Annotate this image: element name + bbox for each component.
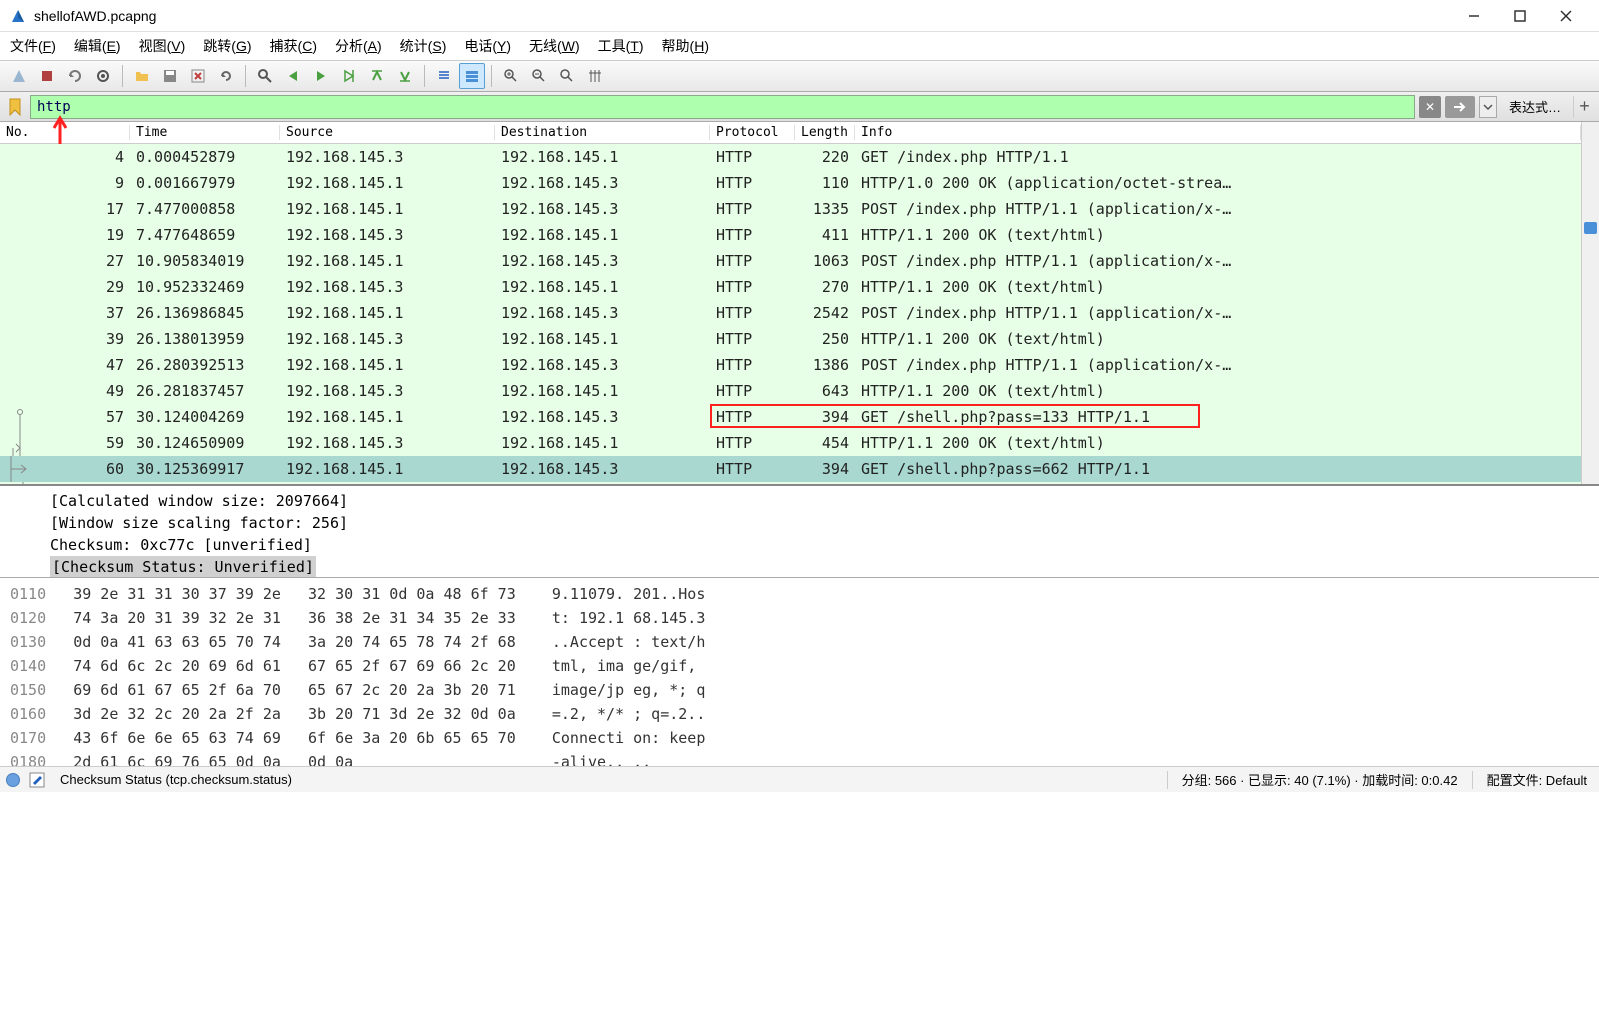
expression-button[interactable]: 表达式…	[1501, 97, 1569, 116]
hex-line[interactable]: 0160 3d 2e 32 2c 20 2a 2f 2a 3b 20 71 3d…	[10, 702, 1589, 726]
open-file-icon[interactable]	[129, 63, 155, 89]
col-destination[interactable]: Destination	[495, 125, 710, 140]
start-capture-icon[interactable]	[6, 63, 32, 89]
status-packets: 分组: 566 · 已显示: 40 (7.1%) · 加载时间: 0:0.42	[1176, 770, 1464, 789]
col-protocol[interactable]: Protocol	[710, 125, 795, 140]
app-logo-icon	[10, 8, 26, 24]
menu-item[interactable]: 视图(V)	[139, 36, 186, 56]
related-packet-marker-icon	[0, 404, 34, 430]
packet-row[interactable]: 197.477648659192.168.145.3192.168.145.1H…	[0, 222, 1581, 248]
stop-capture-icon[interactable]	[34, 63, 60, 89]
add-filter-button[interactable]: +	[1573, 96, 1595, 118]
display-filter-input[interactable]	[31, 96, 1414, 118]
hex-line[interactable]: 0130 0d 0a 41 63 63 65 70 74 3a 20 74 65…	[10, 630, 1589, 654]
filter-bar: ✕ 表达式… +	[0, 92, 1599, 122]
detail-line[interactable]: [Checksum Status: Unverified]	[50, 556, 1589, 578]
hex-line[interactable]: 0170 43 6f 6e 6e 65 63 74 69 6f 6e 3a 20…	[10, 726, 1589, 750]
toolbar	[0, 60, 1599, 92]
edit-icon[interactable]	[28, 771, 46, 789]
packet-row[interactable]: 4926.281837457192.168.145.3192.168.145.1…	[0, 378, 1581, 404]
packet-row[interactable]: 5930.124650909192.168.145.3192.168.145.1…	[0, 430, 1581, 456]
colorize-icon[interactable]	[459, 63, 485, 89]
apply-filter-button[interactable]	[1445, 96, 1475, 118]
reload-icon[interactable]	[213, 63, 239, 89]
go-back-icon[interactable]	[280, 63, 306, 89]
menu-item[interactable]: 文件(F)	[10, 36, 56, 56]
expert-info-icon[interactable]	[6, 773, 20, 787]
resize-columns-icon[interactable]	[582, 63, 608, 89]
bookmark-icon[interactable]	[4, 96, 26, 118]
col-time[interactable]: Time	[130, 125, 280, 140]
hex-line[interactable]: 0120 74 3a 20 31 39 32 2e 31 36 38 2e 31…	[10, 606, 1589, 630]
detail-line[interactable]: [Window size scaling factor: 256]	[50, 512, 1589, 534]
packet-list[interactable]: 40.000452879192.168.145.3192.168.145.1HT…	[0, 144, 1581, 484]
restart-capture-icon[interactable]	[62, 63, 88, 89]
menu-item[interactable]: 无线(W)	[529, 36, 580, 56]
col-no[interactable]: No.	[0, 125, 130, 140]
minimize-button[interactable]	[1451, 1, 1497, 31]
zoom-in-icon[interactable]	[498, 63, 524, 89]
window-title: shellofAWD.pcapng	[34, 8, 1451, 24]
packet-row[interactable]: 3926.138013959192.168.145.3192.168.145.1…	[0, 326, 1581, 352]
filter-dropdown-icon[interactable]	[1479, 96, 1497, 118]
menu-item[interactable]: 捕获(C)	[270, 36, 317, 56]
col-length[interactable]: Length	[795, 125, 855, 140]
titlebar: shellofAWD.pcapng	[0, 0, 1599, 32]
go-last-icon[interactable]	[392, 63, 418, 89]
menu-item[interactable]: 帮助(H)	[662, 36, 709, 56]
zoom-out-icon[interactable]	[526, 63, 552, 89]
menubar: 文件(F) 编辑(E) 视图(V) 跳转(G) 捕获(C) 分析(A) 统计(S) 电话(Y)…	[0, 32, 1599, 60]
packet-row[interactable]: 90.001667979192.168.145.1192.168.145.3HT…	[0, 170, 1581, 196]
related-packet-marker-icon	[0, 456, 34, 482]
menu-item[interactable]: 电话(Y)	[464, 36, 511, 56]
menu-item[interactable]: 分析(A)	[335, 36, 382, 56]
go-first-icon[interactable]	[364, 63, 390, 89]
go-forward-icon[interactable]	[308, 63, 334, 89]
hex-line[interactable]: 0150 69 6d 61 67 65 2f 6a 70 65 67 2c 20…	[10, 678, 1589, 702]
packet-row[interactable]: 2710.905834019192.168.145.1192.168.145.3…	[0, 248, 1581, 274]
status-field: Checksum Status (tcp.checksum.status)	[54, 772, 298, 787]
hex-line[interactable]: 0110 39 2e 31 31 30 37 39 2e 32 30 31 0d…	[10, 582, 1589, 606]
packet-row[interactable]: 3726.136986845192.168.145.1192.168.145.3…	[0, 300, 1581, 326]
hex-line[interactable]: 0180 2d 61 6c 69 76 65 0d 0a 0d 0a -aliv…	[10, 750, 1589, 766]
packet-row[interactable]: 6030.125369917192.168.145.1192.168.145.3…	[0, 456, 1581, 482]
statusbar: Checksum Status (tcp.checksum.status) 分组…	[0, 766, 1599, 792]
packet-list-header[interactable]: No. Time Source Destination Protocol Len…	[0, 122, 1581, 144]
options-icon[interactable]	[90, 63, 116, 89]
packet-details-pane[interactable]: [Calculated window size: 2097664][Window…	[0, 486, 1599, 578]
detail-line[interactable]: [Calculated window size: 2097664]	[50, 490, 1589, 512]
menu-item[interactable]: 统计(S)	[400, 36, 447, 56]
packet-row[interactable]: 6230.125761838192.168.145.3192.168.145.1…	[0, 482, 1581, 484]
hex-line[interactable]: 0140 74 6d 6c 2c 20 69 6d 61 67 65 2f 67…	[10, 654, 1589, 678]
go-to-packet-icon[interactable]	[336, 63, 362, 89]
menu-item[interactable]: 工具(T)	[598, 36, 644, 56]
packet-list-scrollbar[interactable]	[1581, 122, 1599, 484]
close-file-icon[interactable]	[185, 63, 211, 89]
save-file-icon[interactable]	[157, 63, 183, 89]
clear-filter-button[interactable]: ✕	[1419, 96, 1441, 118]
auto-scroll-icon[interactable]	[431, 63, 457, 89]
status-profile[interactable]: 配置文件: Default	[1481, 770, 1593, 789]
detail-line[interactable]: Checksum: 0xc77c [unverified]	[50, 534, 1589, 556]
packet-row[interactable]: 5730.124004269192.168.145.1192.168.145.3…	[0, 404, 1581, 430]
zoom-reset-icon[interactable]	[554, 63, 580, 89]
col-info[interactable]: Info	[855, 125, 1581, 140]
menu-item[interactable]: 编辑(E)	[74, 36, 121, 56]
close-button[interactable]	[1543, 1, 1589, 31]
packet-row[interactable]: 4726.280392513192.168.145.1192.168.145.3…	[0, 352, 1581, 378]
packet-bytes-pane[interactable]: 0110 39 2e 31 31 30 37 39 2e 32 30 31 0d…	[0, 578, 1599, 766]
menu-item[interactable]: 跳转(G)	[203, 36, 251, 56]
packet-row[interactable]: 40.000452879192.168.145.3192.168.145.1HT…	[0, 144, 1581, 170]
packet-row[interactable]: 177.477000858192.168.145.1192.168.145.3H…	[0, 196, 1581, 222]
related-packet-marker-icon	[0, 430, 34, 456]
maximize-button[interactable]	[1497, 1, 1543, 31]
find-icon[interactable]	[252, 63, 278, 89]
packet-row[interactable]: 2910.952332469192.168.145.3192.168.145.1…	[0, 274, 1581, 300]
col-source[interactable]: Source	[280, 125, 495, 140]
related-packet-marker-icon	[0, 482, 34, 484]
